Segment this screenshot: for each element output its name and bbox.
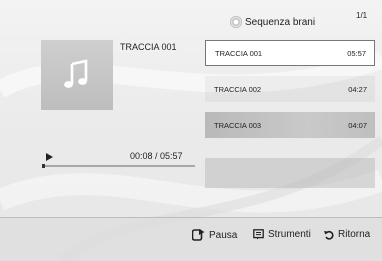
now-playing-title: TRACCIA 001 (120, 42, 177, 52)
track-row-1[interactable]: TRACCIA 001 05:57 (205, 40, 375, 66)
tools-icon (253, 229, 264, 240)
return-label: Ritorna (338, 229, 371, 240)
album-art (41, 40, 113, 110)
sequence-label: Sequenza brani (245, 16, 316, 28)
pause-label: Pausa (209, 229, 238, 241)
pause-button[interactable]: Pausa (192, 229, 237, 241)
progress-bar[interactable] (42, 164, 195, 168)
play-icon (46, 153, 53, 161)
music-player-screen: Sequenza brani 1/1 TRACCIA 001 00:08 / 0… (0, 0, 382, 261)
track-name: TRACCIA 001 (215, 48, 263, 58)
playback-time: 00:08 / 05:57 (130, 151, 183, 161)
disc-icon (230, 16, 242, 28)
return-button[interactable]: Ritorna (324, 229, 370, 240)
pause-icon (192, 229, 205, 241)
return-icon (324, 230, 334, 240)
progress-fill (42, 164, 46, 168)
track-list: TRACCIA 001 05:57 TRACCIA 002 04:27 TRAC… (205, 40, 375, 148)
tools-label: Strumenti (268, 229, 311, 240)
sequence-indicator[interactable]: Sequenza brani (230, 14, 315, 30)
track-duration: 04:27 (348, 84, 367, 94)
track-name: TRACCIA 003 (214, 120, 262, 130)
track-info-panel (205, 158, 375, 188)
page-indicator: 1/1 (356, 11, 368, 20)
track-duration: 05:57 (347, 48, 366, 58)
music-note-icon (64, 59, 88, 88)
track-duration: 04:07 (348, 120, 367, 130)
track-name: TRACCIA 002 (214, 84, 262, 94)
track-row-3[interactable]: TRACCIA 003 04:07 (205, 112, 375, 138)
track-row-2[interactable]: TRACCIA 002 04:27 (205, 76, 375, 102)
tools-button[interactable]: Strumenti (253, 229, 311, 240)
